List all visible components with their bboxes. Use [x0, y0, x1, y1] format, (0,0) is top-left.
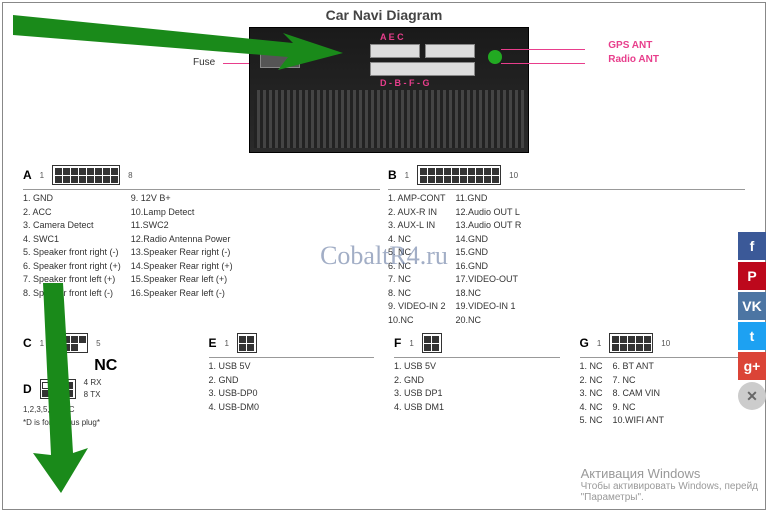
- share-vk-button[interactable]: VK: [738, 292, 766, 320]
- pins-d-footer: *D is for canbus plug*: [23, 418, 189, 427]
- connector-slot-bottom: [370, 62, 475, 76]
- pin-num: 1: [40, 339, 44, 348]
- connector-a-block: A 1 8 1. GND2. ACC3. Camera Detect4. SWC…: [23, 165, 380, 327]
- connector-slot-top-right: [425, 44, 475, 58]
- pins-g-right: 6. BT ANT7. NC8. CAM VIN9. NC10.WIFI ANT: [613, 360, 665, 428]
- gps-ant-label: GPS ANT: [608, 39, 659, 53]
- pin-num: 1: [40, 171, 44, 180]
- conn-a-diagram: [52, 165, 120, 185]
- head-unit-body: A E C D - B - F - G: [249, 27, 529, 153]
- pin-num: 1: [225, 339, 229, 348]
- share-facebook-button[interactable]: f: [738, 232, 766, 260]
- share-pinterest-button[interactable]: P: [738, 262, 766, 290]
- conn-c-label: C: [23, 336, 32, 350]
- pins-e-list: 1. USB 5V2. GND3. USB-DP04. USB-DM0: [209, 360, 375, 414]
- conn-g-label: G: [580, 336, 589, 350]
- diagram-frame: Car Navi Diagram Fuse A E C D - B - F - …: [2, 2, 766, 510]
- conn-g-diagram: [609, 333, 653, 353]
- fuse-port: [260, 48, 300, 68]
- fuse-label: Fuse: [193, 57, 215, 68]
- page-title: Car Navi Diagram: [7, 7, 761, 23]
- conn-e-diagram: [237, 333, 257, 353]
- connector-slot-top-left: [370, 44, 420, 58]
- pins-f-list: 1. USB 5V2. GND3. USB DP14. USB DM1: [394, 360, 560, 414]
- conn-f-label: F: [394, 336, 401, 350]
- conn-b-label: B: [388, 168, 397, 182]
- connector-f-block: F 1 1. USB 5V2. GND3. USB DP14. USB DM1: [394, 333, 560, 428]
- conn-d-label: D: [23, 382, 32, 396]
- share-gplus-button[interactable]: g+: [738, 352, 766, 380]
- top-conn-letters: A E C: [380, 32, 404, 42]
- pin-num: 1: [597, 339, 601, 348]
- pin-num: 8: [128, 171, 132, 180]
- radio-leader-line: [501, 63, 585, 64]
- nc-label: NC: [23, 357, 189, 375]
- connector-grid-bottom: C 1 5 NC D 4 RX 8 TX 1,2,3,5,6,7 N: [7, 327, 761, 434]
- radio-ant-label: Radio ANT: [608, 53, 659, 67]
- conn-d-side-labels: 4 RX 8 TX: [84, 377, 102, 401]
- pins-a-left: 1. GND2. ACC3. Camera Detect4. SWC15. Sp…: [23, 192, 121, 300]
- conn-f-diagram: [422, 333, 442, 353]
- connector-c-d-block: C 1 5 NC D 4 RX 8 TX 1,2,3,5,6,7 N: [23, 333, 189, 428]
- pin-num: 1: [405, 171, 409, 180]
- share-twitter-button[interactable]: t: [738, 322, 766, 350]
- antenna-labels: GPS ANT Radio ANT: [608, 39, 659, 67]
- power-led-icon: [488, 50, 502, 64]
- heatsink-fins: [254, 90, 524, 148]
- gps-leader-line: [501, 49, 585, 50]
- connector-b-block: B 1 10 1. AMP-CONT2. AUX-R IN3. AUX-L IN…: [388, 165, 745, 327]
- conn-b-diagram: [417, 165, 501, 185]
- close-share-button[interactable]: ✕: [738, 382, 766, 410]
- pins-g-left: 1. NC2. NC3. NC4. NC5. NC: [580, 360, 603, 428]
- connector-grid-top: A 1 8 1. GND2. ACC3. Camera Detect4. SWC…: [7, 165, 761, 327]
- social-share-bar: f P VK t g+ ✕: [738, 232, 766, 410]
- conn-c-diagram: [52, 333, 88, 353]
- connector-e-block: E 1 1. USB 5V2. GND3. USB-DP04. USB-DM0: [209, 333, 375, 428]
- pin-num: 1: [409, 339, 413, 348]
- head-unit-diagram: Fuse A E C D - B - F - G GPS ANT Radio A…: [189, 27, 579, 157]
- pin-num: 5: [96, 339, 100, 348]
- pins-b-left: 1. AMP-CONT2. AUX-R IN3. AUX-L IN4. NC5.…: [388, 192, 446, 327]
- bottom-conn-letters: D - B - F - G: [380, 78, 430, 88]
- pins-d-note: 1,2,3,5,6,7 NC: [23, 405, 189, 414]
- conn-a-label: A: [23, 168, 32, 182]
- pin-num: 10: [661, 339, 670, 348]
- pins-a-right: 9. 12V B+10.Lamp Detect11.SWC212.Radio A…: [131, 192, 233, 300]
- conn-d-diagram: [40, 379, 76, 399]
- pin-num: 10: [509, 171, 518, 180]
- connector-g-block: G 1 10 1. NC2. NC3. NC4. NC5. NC 6. BT A…: [580, 333, 746, 428]
- conn-e-label: E: [209, 336, 217, 350]
- pins-b-right: 11.GND12.Audio OUT L13.Audio OUT R14.GND…: [456, 192, 522, 327]
